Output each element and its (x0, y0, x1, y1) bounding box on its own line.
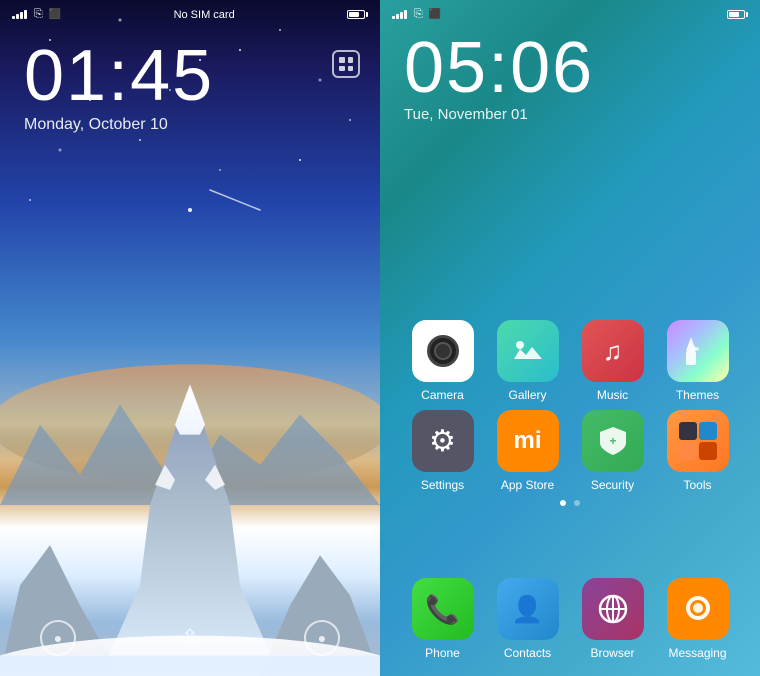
security-icon: + (582, 410, 644, 472)
right-wifi-icon: ⎘ (414, 8, 423, 21)
app-row-1: Camera Gallery ♫ Music (400, 320, 740, 402)
screen-record-icon: ⬛ (49, 9, 61, 20)
browser-icon (582, 578, 644, 640)
camera-icon (412, 320, 474, 382)
camera-shortcut-icon: ● (318, 630, 326, 646)
contacts-icon: 👤 (497, 578, 559, 640)
contacts-symbol: 👤 (511, 594, 543, 625)
grid-dot-1 (339, 57, 345, 63)
dock-messaging[interactable]: Messaging (660, 578, 735, 660)
right-signal-icons: ⎘ ⬛ (392, 8, 441, 21)
app-row-2: ⚙ Settings mi App Store + Securi (400, 410, 740, 492)
right-screen-icon: ⬛ (429, 9, 441, 20)
grid-dot-3 (339, 66, 345, 72)
music-label: Music (597, 388, 628, 402)
sim-text: No SIM card (174, 9, 235, 21)
app-tools[interactable]: Tools (660, 410, 735, 492)
dock-contacts[interactable]: 👤 Contacts (490, 578, 565, 660)
right-battery-icon (727, 10, 748, 19)
security-label: Security (591, 478, 634, 492)
page-dot-1 (560, 500, 566, 506)
gallery-icon (497, 320, 559, 382)
phone-label: Phone (425, 646, 460, 660)
browser-svg (597, 593, 629, 625)
right-signal-icon (392, 10, 407, 19)
lock-screen-bottom-bar: ● ⇧ ● (0, 620, 380, 656)
lock-screen-camera-icon[interactable]: ● (304, 620, 340, 656)
bottom-dock: 📞 Phone 👤 Contacts Browser (380, 568, 760, 676)
dock-phone[interactable]: 📞 Phone (405, 578, 480, 660)
date-value: Monday, October 10 (24, 116, 380, 134)
page-dot-2 (574, 500, 580, 506)
unlock-swipe-icon[interactable]: ⇧ (181, 625, 199, 651)
app-security[interactable]: + Security (575, 410, 650, 492)
shield-svg: + (598, 425, 628, 457)
phone-icon: 📞 (412, 578, 474, 640)
settings-label: Settings (421, 478, 464, 492)
grid-dot-2 (348, 57, 354, 63)
browser-label: Browser (590, 646, 634, 660)
gallery-svg (512, 337, 544, 365)
page-indicator (380, 500, 760, 506)
messaging-svg (682, 594, 714, 624)
music-note-icon: ♫ (603, 336, 623, 367)
lock-screen: ⎘ ⬛ No SIM card 01:45 Monday, October 10… (0, 0, 380, 676)
tools-icon (667, 410, 729, 472)
messaging-icon (667, 578, 729, 640)
left-status-bar: ⎘ ⬛ No SIM card (0, 8, 380, 21)
gallery-label: Gallery (508, 388, 546, 402)
camera-label: Camera (421, 388, 464, 402)
gear-icon: ⚙ (429, 424, 456, 459)
dock-browser[interactable]: Browser (575, 578, 650, 660)
circle-dot-icon: ● (54, 630, 62, 646)
messaging-label: Messaging (668, 646, 726, 660)
app-appstore[interactable]: mi App Store (490, 410, 565, 492)
contacts-label: Contacts (504, 646, 551, 660)
app-settings[interactable]: ⚙ Settings (405, 410, 480, 492)
app-camera[interactable]: Camera (405, 320, 480, 402)
settings-icon: ⚙ (412, 410, 474, 472)
app-grid: Camera Gallery ♫ Music (380, 320, 760, 500)
battery-icon (347, 10, 368, 19)
tools-grid-icon (679, 422, 717, 460)
grid-dot-4 (348, 66, 354, 72)
signal-icon (12, 10, 27, 19)
mi-logo: mi (513, 427, 541, 455)
left-signal-icons: ⎘ ⬛ (12, 8, 61, 21)
grid-icon[interactable] (332, 50, 360, 78)
tools-label: Tools (683, 478, 711, 492)
appstore-label: App Store (501, 478, 554, 492)
phone-symbol: 📞 (425, 593, 460, 626)
time-value: 01:45 (24, 40, 380, 112)
app-music[interactable]: ♫ Music (575, 320, 650, 402)
appstore-icon: mi (497, 410, 559, 472)
app-gallery[interactable]: Gallery (490, 320, 565, 402)
home-screen: ⎘ ⬛ 05:06 Tue, November 01 (380, 0, 760, 676)
wifi-icon: ⎘ (34, 8, 43, 21)
up-arrow-icon: ⇧ (181, 625, 199, 650)
lock-screen-time: 01:45 Monday, October 10 (0, 40, 380, 134)
camera-lens (427, 335, 459, 367)
themes-label: Themes (676, 388, 719, 402)
home-time-value: 05:06 (404, 32, 760, 104)
themes-brush-svg (682, 335, 714, 367)
app-themes[interactable]: Themes (660, 320, 735, 402)
music-icon: ♫ (582, 320, 644, 382)
lock-screen-circle-icon[interactable]: ● (40, 620, 76, 656)
themes-icon (667, 320, 729, 382)
right-status-bar: ⎘ ⬛ (380, 8, 760, 21)
svg-text:+: + (609, 434, 616, 448)
home-screen-time: 05:06 Tue, November 01 (380, 32, 760, 123)
home-date-value: Tue, November 01 (404, 106, 760, 123)
camera-inner (434, 342, 452, 360)
